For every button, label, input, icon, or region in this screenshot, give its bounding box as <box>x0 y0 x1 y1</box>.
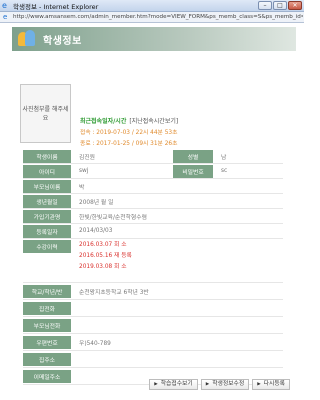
page-header: 학생정보 <box>12 27 296 51</box>
row-reg-date: 등록일자 2014/03/03 <box>23 224 283 239</box>
label-user-id: 아이디 <box>23 164 71 178</box>
history-item: 2019.03.08 회 소 <box>79 264 127 270</box>
row-zipcode: 우편번호 우)540-789 <box>23 334 283 351</box>
study-report-button[interactable]: ▶ 학습접수보기 <box>149 379 198 390</box>
close-button[interactable]: ✕ <box>288 1 302 10</box>
edit-student-label: 학생정보수정 <box>212 381 245 387</box>
ie-icon: e <box>2 0 7 10</box>
login-history-link[interactable]: [지난접속시간보기] <box>129 118 178 125</box>
logout-time: 종료 : 2017-01-25 / 09시 31분 26초 <box>80 141 178 147</box>
history-item: 2016.03.07 회 소 <box>79 242 127 248</box>
action-buttons: ▶ 학습접수보기 ▶ 학생정보수정 ▶ 다시등록 <box>146 379 290 390</box>
window-controls: – □ ✕ <box>257 1 302 10</box>
login-info: 최근접속일자/시간 [지난접속시간보기] 접속 : 2019-07-03 / 22… <box>80 116 290 147</box>
label-member-org: 가입기관명 <box>23 209 71 223</box>
address-bar: e http://www.amsansem.com/admin_member.h… <box>0 12 304 23</box>
label-parent-name: 부모님이름 <box>23 179 71 193</box>
label-home-phone: 집전화 <box>23 301 71 315</box>
value-reg-date: 2014/03/03 <box>79 228 113 234</box>
label-zipcode: 우편번호 <box>23 335 71 349</box>
row-school: 학교/학년/반 순천왕지초등학교 6학년 3반 <box>23 283 283 300</box>
student-info-table: 학생이름 김진원 성별 남 아이디 swj 비밀번호 sc 부모님이름 박 생년… <box>23 149 283 385</box>
value-gender: 남 <box>221 154 227 161</box>
label-birthdate: 생년월일 <box>23 194 71 208</box>
minimize-button[interactable]: – <box>258 1 272 10</box>
arrow-right-icon: ▶ <box>205 382 210 387</box>
login-time: 접속 : 2019-07-03 / 22시 44분 53초 <box>80 130 178 136</box>
login-heading-text: 최근접속일자/시간 <box>80 118 127 125</box>
label-home-address: 집주소 <box>23 352 71 366</box>
value-birthdate: 2008년 월 일 <box>79 199 114 206</box>
login-heading: 최근접속일자/시간 [지난접속시간보기] <box>80 116 290 125</box>
value-member-org: 한빛/한빛교육/순천학형수렴 <box>79 214 147 221</box>
study-report-label: 학습접수보기 <box>160 381 193 387</box>
label-email: 이메일주소 <box>23 369 71 383</box>
label-password: 비밀번호 <box>173 164 213 178</box>
value-user-id: swj <box>79 168 89 174</box>
label-school: 학교/학년/반 <box>23 284 71 298</box>
row-member-org: 가입기관명 한빛/한빛교육/순천학형수렴 <box>23 209 283 224</box>
value-parent-name: 박 <box>79 184 85 191</box>
row-birthdate: 생년월일 2008년 월 일 <box>23 194 283 209</box>
relist-button[interactable]: ▶ 다시등록 <box>252 379 290 390</box>
window-title: 학생정보 - Internet Explorer <box>13 2 99 11</box>
relist-label: 다시등록 <box>263 381 285 387</box>
value-school: 순천왕지초등학교 6학년 3반 <box>79 289 149 296</box>
value-student-name: 김진원 <box>79 154 95 161</box>
label-parent-phone: 부모님전화 <box>23 318 71 332</box>
label-history: 수강이력 <box>23 240 71 253</box>
edit-student-button[interactable]: ▶ 학생정보수정 <box>200 379 250 390</box>
page-icon: e <box>3 12 8 21</box>
page-title: 학생정보 <box>43 35 82 47</box>
row-name-gender: 학생이름 김진원 성별 남 <box>23 149 283 164</box>
row-parent-phone: 부모님전화 <box>23 317 283 334</box>
history-list: 2016.03.07 회 소 2016.05.16 재 등록 2019.03.0… <box>73 240 132 273</box>
photo-text: 사진첨부를 해주세요 <box>22 105 69 122</box>
arrow-right-icon: ▶ <box>257 382 261 387</box>
photo-placeholder[interactable]: 사진첨부를 해주세요 <box>20 84 71 143</box>
label-student-name: 학생이름 <box>23 149 71 163</box>
label-reg-date: 등록일자 <box>23 224 71 238</box>
row-history: 수강이력 2016.03.07 회 소 2016.05.16 재 등록 2019… <box>23 239 283 283</box>
history-item: 2016.05.16 재 등록 <box>79 253 132 259</box>
url-field[interactable]: http://www.amsansem.com/admin_member.htm… <box>13 14 303 20</box>
window-titlebar: e 학생정보 - Internet Explorer – □ ✕ <box>0 0 304 12</box>
label-gender: 성별 <box>173 149 213 163</box>
value-zipcode: 우)540-789 <box>79 340 111 347</box>
row-home-address: 집주소 <box>23 351 283 368</box>
row-parent-name: 부모님이름 박 <box>23 179 283 194</box>
students-icon <box>18 30 36 48</box>
row-id-password: 아이디 swj 비밀번호 sc <box>23 164 283 179</box>
arrow-right-icon: ▶ <box>154 382 158 387</box>
row-home-phone: 집전화 <box>23 300 283 317</box>
value-password: sc <box>221 168 228 174</box>
maximize-button[interactable]: □ <box>273 1 287 10</box>
